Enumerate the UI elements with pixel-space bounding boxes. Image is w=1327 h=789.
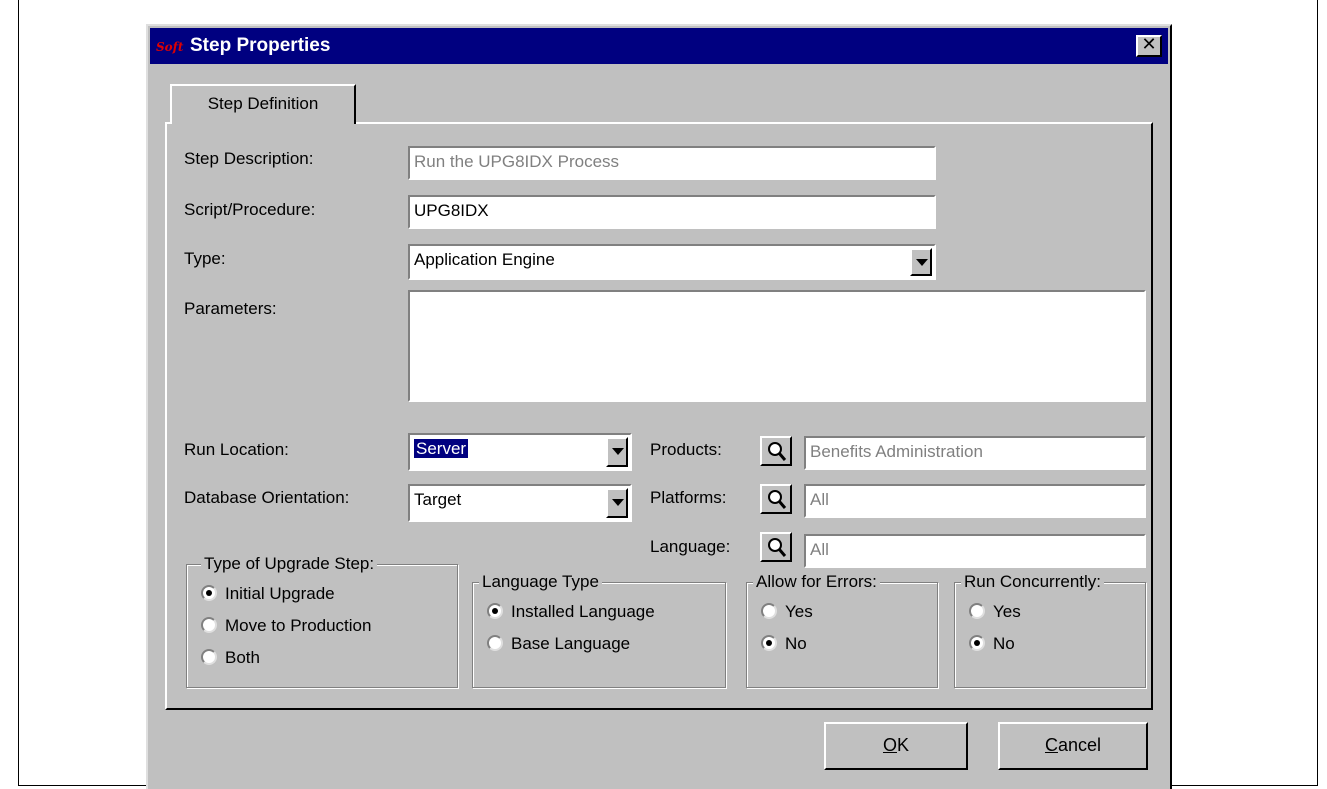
- database-orientation-label: Database Orientation:: [184, 488, 350, 507]
- products-label: Products:: [650, 440, 722, 459]
- radio-label: Move to Production: [225, 616, 372, 635]
- language-field[interactable]: All: [804, 534, 1146, 568]
- radio-button-icon: [201, 585, 217, 601]
- cancel-button[interactable]: Cancel: [998, 722, 1148, 770]
- radio-base-language[interactable]: Base Language: [487, 633, 630, 655]
- ok-button-mnemonic: O: [882, 735, 897, 755]
- chevron-down-icon[interactable]: [606, 437, 628, 467]
- radio-run-concurrently-yes[interactable]: Yes: [969, 601, 1021, 623]
- products-field[interactable]: Benefits Administration: [804, 436, 1146, 470]
- parameters-label: Parameters:: [184, 299, 277, 318]
- upgrade-step-group: Type of Upgrade Step: Initial Upgrade Mo…: [186, 553, 458, 688]
- language-type-group-title: Language Type: [479, 571, 602, 593]
- database-orientation-value: Target: [414, 490, 462, 509]
- run-location-value: Server: [414, 439, 469, 458]
- chevron-down-icon[interactable]: [606, 488, 628, 518]
- radio-label: Installed Language: [511, 602, 655, 621]
- type-value: Application Engine: [414, 250, 555, 269]
- allow-errors-group-title: Allow for Errors:: [753, 571, 880, 593]
- radio-button-icon: [201, 649, 217, 665]
- step-description-field[interactable]: Run the UPG8IDX Process: [408, 146, 936, 180]
- title-bar[interactable]: Soft Step Properties ✕: [150, 28, 1168, 64]
- ok-button[interactable]: OK: [824, 722, 968, 770]
- magnifier-icon: [768, 490, 787, 509]
- radio-initial-upgrade[interactable]: Initial Upgrade: [201, 583, 335, 605]
- cancel-button-mnemonic: C: [1044, 735, 1058, 755]
- magnifier-icon: [768, 442, 787, 461]
- run-location-dropdown[interactable]: Server: [408, 433, 632, 471]
- language-label: Language:: [650, 537, 731, 556]
- language-type-group: Language Type Installed Language Base La…: [472, 571, 726, 688]
- radio-installed-language[interactable]: Installed Language: [487, 601, 655, 623]
- step-description-label: Step Description:: [184, 149, 314, 168]
- radio-allow-errors-yes[interactable]: Yes: [761, 601, 813, 623]
- radio-button-icon: [969, 603, 985, 619]
- radio-allow-errors-no[interactable]: No: [761, 633, 807, 655]
- products-lookup-button[interactable]: [760, 436, 792, 466]
- script-procedure-field[interactable]: UPG8IDX: [408, 195, 936, 229]
- radio-button-icon: [761, 603, 777, 619]
- radio-label: Both: [225, 648, 260, 667]
- radio-button-icon: [487, 635, 503, 651]
- allow-errors-group: Allow for Errors: Yes No: [746, 571, 938, 688]
- radio-label: No: [993, 634, 1015, 653]
- parameters-field[interactable]: [408, 290, 1146, 402]
- cancel-button-label: ancel: [1057, 735, 1102, 755]
- radio-button-icon: [761, 635, 777, 651]
- chevron-down-icon[interactable]: [910, 248, 932, 276]
- radio-label: Initial Upgrade: [225, 584, 335, 603]
- platforms-field[interactable]: All: [804, 484, 1146, 518]
- type-label: Type:: [184, 249, 226, 268]
- run-concurrently-group-title: Run Concurrently:: [961, 571, 1105, 593]
- radio-button-icon: [201, 617, 217, 633]
- database-orientation-dropdown[interactable]: Target: [408, 484, 632, 522]
- tab-step-definition[interactable]: Step Definition: [170, 84, 356, 124]
- close-button[interactable]: ✕: [1136, 35, 1162, 57]
- run-location-label: Run Location:: [184, 440, 289, 459]
- platforms-label: Platforms:: [650, 488, 727, 507]
- dialog-title: Step Properties: [190, 35, 331, 56]
- radio-move-to-production[interactable]: Move to Production: [201, 615, 371, 637]
- magnifier-icon: [768, 538, 787, 557]
- radio-label: Base Language: [511, 634, 631, 653]
- ok-button-label: K: [897, 735, 910, 755]
- radio-both[interactable]: Both: [201, 647, 260, 669]
- type-dropdown[interactable]: Application Engine: [408, 244, 936, 280]
- radio-label: Yes: [785, 602, 813, 621]
- radio-button-icon: [487, 603, 503, 619]
- radio-label: No: [785, 634, 807, 653]
- step-properties-dialog: Soft Step Properties ✕ Step Definition S…: [146, 24, 1172, 789]
- radio-button-icon: [969, 635, 985, 651]
- run-concurrently-group: Run Concurrently: Yes No: [954, 571, 1146, 688]
- radio-label: Yes: [993, 602, 1021, 621]
- upgrade-step-group-title: Type of Upgrade Step:: [201, 553, 378, 575]
- soft-logo-icon: Soft: [156, 40, 184, 54]
- radio-run-concurrently-no[interactable]: No: [969, 633, 1015, 655]
- script-procedure-label: Script/Procedure:: [184, 200, 316, 219]
- language-lookup-button[interactable]: [760, 532, 792, 562]
- platforms-lookup-button[interactable]: [760, 484, 792, 514]
